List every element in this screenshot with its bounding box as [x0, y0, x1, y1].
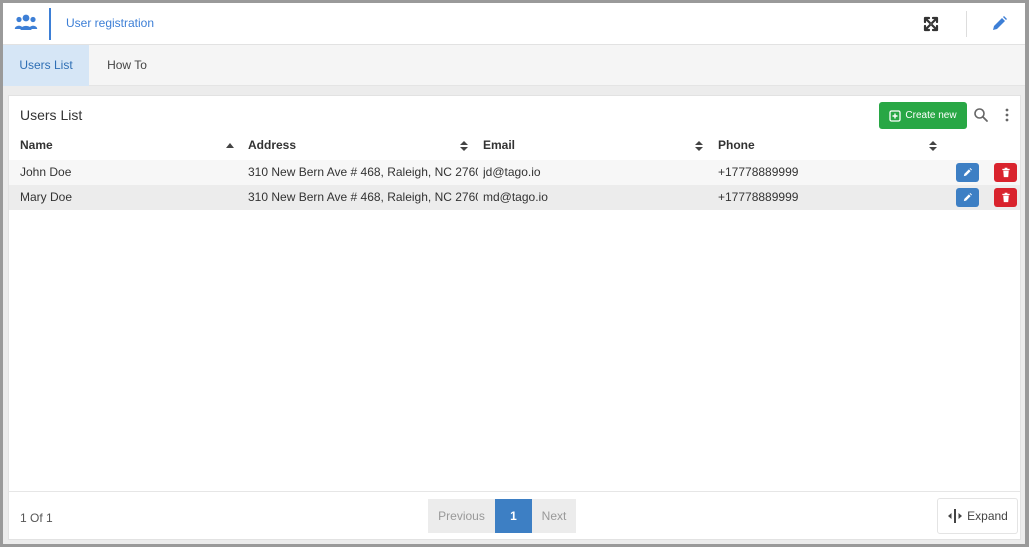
cell-name: John Doe — [20, 165, 72, 179]
users-list-card: Users List Create new Name Address Email… — [8, 95, 1021, 540]
users-icon — [14, 14, 38, 30]
sort-icon[interactable] — [928, 140, 938, 152]
pagination: Previous 1 Next — [428, 499, 576, 533]
pencil-icon — [963, 193, 972, 202]
column-header-address[interactable]: Address — [248, 131, 478, 160]
page-info: 1 Of 1 — [20, 511, 53, 525]
pencil-icon[interactable] — [989, 14, 1009, 34]
delete-row-button[interactable] — [994, 188, 1017, 207]
expand-horizontal-icon — [948, 509, 963, 523]
create-new-button[interactable]: Create new — [879, 102, 967, 129]
app-window: User registration Users List How To User… — [3, 3, 1025, 544]
tab-how-to[interactable]: How To — [89, 45, 165, 86]
top-bar: User registration — [3, 3, 1025, 45]
pencil-icon — [963, 168, 972, 177]
trash-icon — [1001, 167, 1010, 178]
delete-row-button[interactable] — [994, 163, 1017, 182]
create-new-label: Create new — [905, 110, 957, 121]
title-divider — [49, 8, 51, 40]
cell-email: jd@tago.io — [483, 165, 541, 179]
tab-bar: Users List How To — [3, 45, 1025, 86]
trash-icon — [1001, 192, 1010, 203]
cell-email: md@tago.io — [483, 190, 548, 204]
page-title: User registration — [66, 16, 155, 30]
topbar-separator — [966, 11, 967, 37]
column-header-phone[interactable]: Phone — [718, 131, 938, 160]
edit-row-button[interactable] — [956, 188, 979, 207]
cell-address: 310 New Bern Ave # 468, Raleigh, NC 2760… — [248, 165, 478, 179]
page-number-button[interactable]: 1 — [495, 499, 532, 533]
sort-icon[interactable] — [459, 140, 469, 152]
expand-button[interactable]: Expand — [937, 498, 1018, 534]
users-table: Name Address Email Phone John Doe 310 Ne… — [9, 131, 1020, 210]
fullscreen-icon[interactable] — [921, 14, 941, 34]
search-icon[interactable] — [972, 106, 990, 124]
plus-square-icon — [889, 109, 902, 122]
cell-name: Mary Doe — [20, 190, 73, 204]
sort-icon[interactable] — [694, 140, 704, 152]
expand-label: Expand — [967, 509, 1008, 523]
edit-row-button[interactable] — [956, 163, 979, 182]
column-header-email[interactable]: Email — [483, 131, 711, 160]
column-header-name[interactable]: Name — [20, 131, 240, 160]
table-row: Mary Doe 310 New Bern Ave # 468, Raleigh… — [9, 185, 1020, 210]
table-header: Name Address Email Phone — [9, 131, 1020, 160]
cell-phone: +17778889999 — [718, 190, 799, 204]
sort-asc-icon[interactable] — [225, 140, 235, 152]
card-footer: 1 Of 1 Previous 1 Next Expand — [9, 491, 1020, 539]
cell-phone: +17778889999 — [718, 165, 799, 179]
table-row: John Doe 310 New Bern Ave # 468, Raleigh… — [9, 160, 1020, 185]
tab-users-list[interactable]: Users List — [3, 45, 89, 86]
cell-address: 310 New Bern Ave # 468, Raleigh, NC 2760… — [248, 190, 478, 204]
more-vertical-icon[interactable] — [1000, 106, 1014, 124]
card-title: Users List — [20, 107, 83, 123]
previous-page-button[interactable]: Previous — [428, 499, 495, 533]
next-page-button[interactable]: Next — [532, 499, 576, 533]
